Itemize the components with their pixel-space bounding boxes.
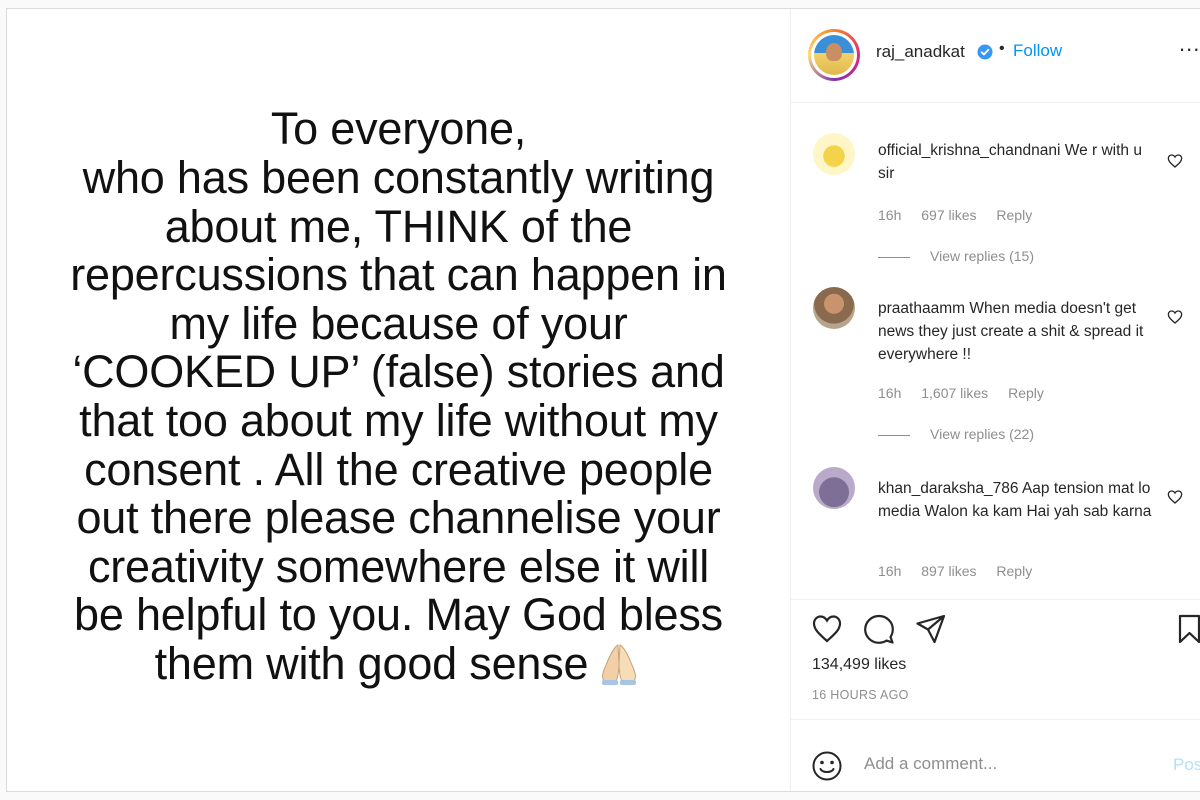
author-username[interactable]: raj_anadkat (876, 42, 965, 62)
comment-likes[interactable]: 697 likes (921, 207, 976, 223)
comment-meta: 16h 897 likes Reply (878, 563, 1048, 579)
view-replies[interactable]: View replies (22) (878, 426, 1034, 442)
comment-likes[interactable]: 1,607 likes (921, 385, 988, 401)
commenter-avatar[interactable] (813, 467, 855, 509)
replies-divider (878, 434, 910, 436)
replies-divider (878, 256, 910, 258)
post-image: To everyone, who has been constantly wri… (7, 9, 790, 791)
comment-time: 16h (878, 207, 902, 223)
comment-username[interactable]: khan_daraksha_786 (878, 480, 1018, 497)
reply-button[interactable]: Reply (1008, 385, 1044, 401)
like-comment-heart-icon[interactable] (1167, 489, 1183, 505)
like-comment-heart-icon[interactable] (1167, 153, 1183, 169)
emoji-icon[interactable] (811, 750, 843, 782)
post-text-line: repercussions that can happen in (70, 249, 727, 301)
post-text-line: my life because of your (169, 297, 628, 349)
more-options-icon[interactable]: ... (1179, 31, 1200, 57)
likes-count[interactable]: 134,499 likes (812, 656, 906, 674)
comment-meta: 16h 1,607 likes Reply (878, 385, 1060, 401)
add-comment-bar: Pos (791, 719, 1200, 791)
post-text-line: who has been constantly writing (82, 152, 715, 204)
actions-divider (791, 599, 1200, 600)
post-text-line: To everyone, (270, 103, 527, 155)
commenter-avatar[interactable] (813, 133, 855, 175)
comment-text: official_krishna_chandnani We r with u s… (878, 139, 1158, 185)
share-send-icon[interactable] (915, 613, 947, 645)
post-text-line: that too about my life without my (79, 395, 718, 446)
comment-likes[interactable]: 897 likes (921, 563, 976, 579)
view-replies[interactable]: View replies (15) (878, 248, 1034, 264)
reply-button[interactable]: Reply (996, 207, 1032, 223)
folded-hands-icon (596, 641, 642, 695)
post-header: raj_anadkat • Follow ... (791, 9, 1200, 103)
comment-username[interactable]: praathaamm (878, 300, 965, 317)
like-heart-icon[interactable] (811, 613, 843, 645)
post-text-line: about me, THINK of the (164, 200, 633, 252)
comment-meta: 16h 697 likes Reply (878, 207, 1048, 223)
post-text-line: be helpful to you. May God bless (74, 589, 723, 641)
post-text-line: out there please channelise your (76, 492, 721, 544)
follow-button[interactable]: Follow (1013, 41, 1062, 61)
comment-text: praathaamm When media doesn't get news t… (878, 297, 1158, 366)
view-replies-label[interactable]: View replies (15) (930, 248, 1034, 264)
commenter-avatar[interactable] (813, 287, 855, 329)
author-avatar[interactable] (808, 29, 860, 81)
post-text: To everyone, who has been constantly wri… (19, 105, 779, 694)
post-text-line: consent . All the creative people (84, 443, 713, 495)
add-comment-input[interactable] (864, 752, 1154, 776)
post-sidebar: raj_anadkat • Follow ... official_krishn… (790, 9, 1200, 791)
view-replies-label[interactable]: View replies (22) (930, 426, 1034, 442)
header-separator: • (999, 40, 1005, 57)
comment-time: 16h (878, 385, 902, 401)
comment-bubble-icon[interactable] (863, 613, 895, 645)
post-text-line: creativity somewhere else it will (87, 540, 710, 592)
post-text-line: ‘COOKED UP’ (false) stories and (72, 346, 725, 398)
reply-button[interactable]: Reply (996, 563, 1032, 579)
post-timestamp: 16 HOURS AGO (812, 688, 909, 702)
save-bookmark-icon[interactable] (1177, 613, 1200, 645)
post-text-line: them with good sense (154, 637, 589, 689)
verified-badge-icon (977, 44, 993, 60)
comment-text: khan_daraksha_786 Aap tension mat lo med… (878, 477, 1158, 523)
like-comment-heart-icon[interactable] (1167, 309, 1183, 325)
post-comment-button[interactable]: Pos (1173, 755, 1200, 775)
post-text-last-line: them with good sense (19, 637, 779, 695)
comment-time: 16h (878, 563, 902, 579)
comment-username[interactable]: official_krishna_chandnani (878, 142, 1060, 159)
